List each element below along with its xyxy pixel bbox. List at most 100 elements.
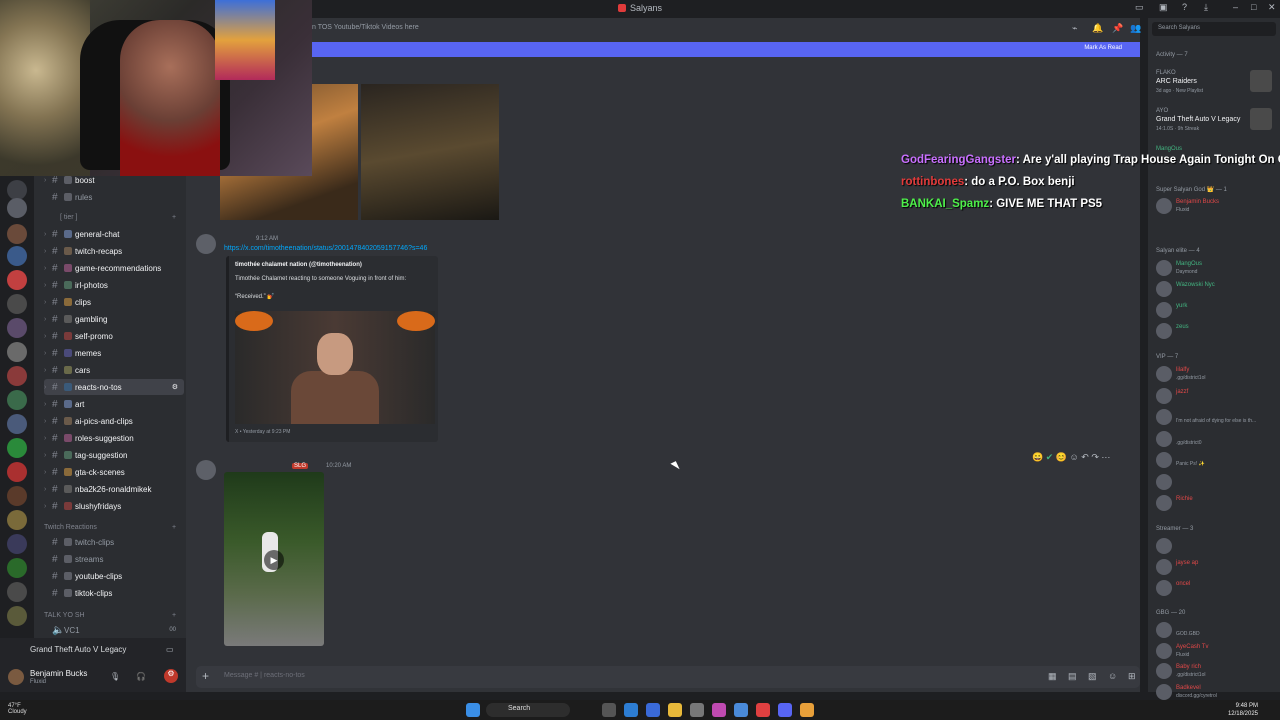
activity-card[interactable]: FLAKO ARC Raiders 3d ago · New Playlist <box>1152 68 1276 104</box>
channel-self-promo[interactable]: › # self-promo <box>44 328 184 344</box>
voice-channel-vc1[interactable]: 🔈 VC1 00 <box>44 622 184 638</box>
category-header[interactable]: [ tier ] <box>60 214 78 221</box>
channel-twitch-clips[interactable]: # twitch-clips <box>44 534 184 550</box>
server-icon[interactable] <box>7 486 27 506</box>
reply-icon[interactable]: ↶ <box>1081 452 1089 462</box>
channel-nba2k26-ronaldmikek[interactable]: › # nba2k26-ronaldmikek <box>44 481 184 497</box>
member-item[interactable] <box>1156 536 1280 556</box>
category-twitch[interactable]: Twitch Reactions <box>44 524 97 531</box>
emoji-icon[interactable]: ☺ <box>1108 671 1117 681</box>
channel-tiktok-clips[interactable]: # tiktok-clips <box>44 585 184 601</box>
gift-icon[interactable]: ▦ <box>1048 671 1057 682</box>
pin-icon[interactable]: 📌 <box>1112 23 1123 34</box>
app-icon[interactable] <box>646 703 660 717</box>
member-item[interactable] <box>1156 472 1280 492</box>
channel-irl-photos[interactable]: › # irl-photos <box>44 277 184 293</box>
channel-memes[interactable]: › # memes <box>44 345 184 361</box>
username[interactable]: Benjamin Bucks <box>30 669 87 678</box>
server-icon[interactable] <box>7 366 27 386</box>
video-attachment[interactable]: ▶ <box>224 472 324 646</box>
reaction-smile-icon[interactable]: 😊 <box>1056 452 1067 462</box>
server-icon[interactable] <box>7 198 27 218</box>
member-item[interactable]: yurk <box>1156 300 1280 320</box>
taskbar-search[interactable]: Search <box>486 703 570 717</box>
server-icon[interactable] <box>7 510 27 530</box>
channel-youtube-clips[interactable]: # youtube-clips <box>44 568 184 584</box>
channel-gambling[interactable]: › # gambling <box>44 311 184 327</box>
channel-topic[interactable]: n TOS Youtube/Tiktok Videos here <box>312 24 419 31</box>
member-item[interactable]: GOD.GBD <box>1156 620 1280 640</box>
member-item[interactable]: Panic Ps! ✨ <box>1156 450 1280 470</box>
channel-clips[interactable]: › # clips <box>44 294 184 310</box>
app-icon[interactable] <box>712 703 726 717</box>
microphone-icon[interactable]: 🎙 <box>110 672 120 681</box>
channel-rules[interactable]: # rules <box>44 189 184 205</box>
attachment-image[interactable] <box>361 84 499 220</box>
server-icon[interactable] <box>7 180 27 200</box>
server-icon[interactable] <box>7 438 27 458</box>
server-icon[interactable] <box>7 270 27 290</box>
new-messages-banner[interactable]: Mark As Read <box>312 42 1140 57</box>
more-options-icon[interactable]: ⋯ <box>1101 452 1110 462</box>
member-item[interactable]: jayse ap <box>1156 557 1280 577</box>
help-icon[interactable]: ? <box>1182 2 1187 12</box>
member-item[interactable]: I'm not afraid of dying for else is th..… <box>1156 407 1280 427</box>
server-icon[interactable] <box>7 462 27 482</box>
gif-icon[interactable]: ▤ <box>1068 671 1077 682</box>
embed-author[interactable]: timothée chalamet nation (@timotheenatio… <box>235 262 362 268</box>
member-item[interactable]: .gg/district0 <box>1156 429 1280 449</box>
channel-game-recommendations[interactable]: › # game-recommendations <box>44 260 184 276</box>
member-item[interactable]: lilalfy .gg/district1ol <box>1156 364 1280 384</box>
members-icon[interactable]: 👥 <box>1130 23 1141 34</box>
file-explorer-icon[interactable] <box>668 703 682 717</box>
threads-icon[interactable]: ⌁ <box>1072 23 1077 34</box>
bell-icon[interactable]: 🔔 <box>1092 23 1103 34</box>
channel-settings-icon[interactable]: ⚙ <box>172 383 178 391</box>
embed-video-thumbnail[interactable] <box>235 311 435 424</box>
inbox-icon[interactable]: ▭ <box>1135 2 1144 13</box>
settings-icon[interactable] <box>690 703 704 717</box>
play-icon[interactable]: ▶ <box>264 550 284 570</box>
server-icon[interactable] <box>7 246 27 266</box>
close-icon[interactable]: ✕ <box>1268 2 1276 13</box>
member-item[interactable]: AyeCash Tv Fluxid <box>1156 641 1280 661</box>
reaction-check-icon[interactable]: ✔ <box>1046 452 1054 462</box>
search-input[interactable]: Search Salyans <box>1152 22 1276 36</box>
member-item[interactable]: MangOus Daymond <box>1156 258 1280 278</box>
add-reaction-icon[interactable]: ☺ <box>1070 452 1079 462</box>
channel-tag-suggestion[interactable]: › # tag-suggestion <box>44 447 184 463</box>
member-item[interactable]: oncel <box>1156 578 1280 598</box>
channel-gta-ck-scenes[interactable]: › # gta-ck-scenes <box>44 464 184 480</box>
app-icon[interactable] <box>734 703 748 717</box>
channel-ai-pics-and-clips[interactable]: › # ai-pics-and-clips <box>44 413 184 429</box>
channel-cars[interactable]: › # cars <box>44 362 184 378</box>
server-icon[interactable] <box>7 224 27 244</box>
server-icon[interactable] <box>7 318 27 338</box>
message-link[interactable]: https://x.com/timotheenation/status/2001… <box>224 245 427 252</box>
sticker-icon[interactable]: ▧ <box>1088 671 1097 682</box>
member-item[interactable]: Wazowski Nyc <box>1156 279 1280 299</box>
add-channel-icon[interactable]: + <box>172 214 176 221</box>
chat-icon[interactable]: ▭ <box>166 645 174 654</box>
clock[interactable]: 9:48 PM 12/18/2025 <box>1228 702 1258 718</box>
screen-share-icon[interactable]: ▣ <box>1159 2 1168 13</box>
weather-widget[interactable]: 47°F Cloudy <box>8 703 27 715</box>
server-icon[interactable] <box>7 606 27 626</box>
member-item[interactable]: Richie <box>1156 493 1280 513</box>
add-channel-icon[interactable]: + <box>172 612 176 619</box>
apps-icon[interactable]: ⊞ <box>1128 671 1136 682</box>
activity-card[interactable]: AYO Grand Theft Auto V Legacy 14:1.0S · … <box>1152 106 1276 142</box>
server-icon[interactable] <box>7 558 27 578</box>
member-item[interactable]: jazzf <box>1156 386 1280 406</box>
server-icon[interactable] <box>7 534 27 554</box>
server-icon[interactable] <box>7 294 27 314</box>
server-icon[interactable] <box>7 582 27 602</box>
message-input[interactable]: Message # | reacts-no-tos <box>224 672 305 679</box>
activity-bar[interactable]: Grand Theft Auto V Legacy ▭ <box>0 638 186 660</box>
channel-art[interactable]: › # art <box>44 396 184 412</box>
avatar[interactable] <box>8 669 24 685</box>
settings-gear-icon[interactable]: ⚙ <box>164 669 178 683</box>
download-icon[interactable]: ⤓ <box>1204 2 1208 13</box>
add-channel-icon[interactable]: + <box>172 524 176 531</box>
category-talk[interactable]: TALK YO SH <box>44 612 85 619</box>
